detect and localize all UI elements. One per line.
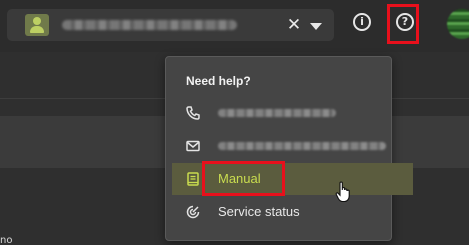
account-name-redacted (62, 20, 237, 30)
partial-text: no (0, 235, 13, 245)
mail-icon (186, 140, 200, 152)
account-select[interactable]: ✕ (7, 9, 334, 41)
help-menu-title: Need help? (186, 74, 251, 88)
help-button-highlight (387, 4, 419, 44)
menu-item-service-status[interactable]: Service status (172, 196, 413, 228)
status-icon (186, 205, 200, 219)
chevron-down-icon[interactable] (310, 23, 322, 30)
hand-cursor-icon (335, 181, 350, 203)
user-avatar[interactable] (447, 9, 469, 39)
menu-item-label: Service status (218, 204, 300, 219)
clear-icon[interactable]: ✕ (285, 15, 303, 35)
menu-item-phone[interactable] (172, 97, 413, 129)
info-icon[interactable]: i (353, 13, 371, 31)
account-avatar-icon (25, 14, 49, 36)
phone-number-redacted (218, 109, 336, 117)
manual-highlight (202, 161, 285, 196)
top-bar: ✕ i ? (0, 0, 469, 52)
email-address-redacted (218, 142, 386, 150)
book-icon (187, 172, 199, 186)
phone-icon (186, 106, 200, 120)
help-menu: Need help? Manual Service status (165, 56, 413, 241)
menu-item-email[interactable] (172, 130, 413, 162)
